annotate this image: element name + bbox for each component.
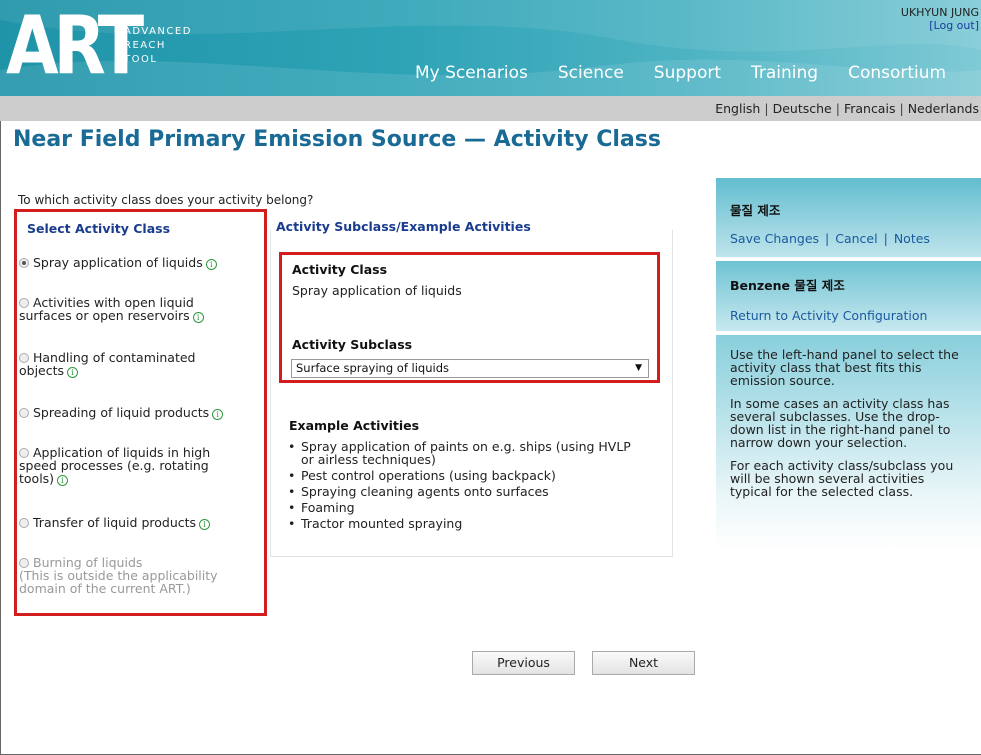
option-label: Transfer of liquid products: [33, 515, 197, 530]
activity-class-value: Spray application of liquids: [292, 283, 462, 298]
activity-class-option[interactable]: Application of liquids in high speed proc…: [19, 446, 244, 486]
previous-button[interactable]: Previous: [472, 651, 575, 675]
logo-sub-line: ADVANCED: [124, 26, 192, 37]
page-title: Near Field Primary Emission Source — Act…: [13, 127, 661, 152]
scenario-title: 물질 제조: [730, 203, 781, 218]
nav-science[interactable]: Science: [558, 63, 624, 83]
radio-button[interactable]: [19, 258, 29, 268]
panel-heading: Select Activity Class: [27, 221, 171, 236]
example-activity: Foaming: [287, 501, 667, 514]
nav-consortium[interactable]: Consortium: [848, 63, 946, 83]
next-button[interactable]: Next: [592, 651, 695, 675]
activity-class-label: Activity Class: [292, 262, 388, 277]
example-text: Pest control operations (using backpack): [301, 468, 556, 483]
option-label: domain of the current ART.): [19, 581, 191, 596]
radio-button[interactable]: [19, 298, 29, 308]
activity-class-option: Burning of liquids (This is outside the a…: [19, 556, 244, 595]
example-text: Foaming: [301, 500, 355, 515]
info-icon[interactable]: i: [212, 409, 224, 420]
radio-button[interactable]: [19, 518, 29, 528]
activity-class-box: Activity Class Spray application of liqu…: [279, 252, 660, 383]
help-text: For each activity class/subclass you wil…: [730, 458, 954, 499]
radio-button: [19, 558, 29, 568]
return-to-activity-configuration-link[interactable]: Return to Activity Configuration: [730, 308, 927, 323]
sidebar-box-activity: Benzene 물질 제조 Return to Activity Configu…: [716, 261, 981, 331]
example-activity: Tractor mounted spraying: [287, 517, 667, 530]
examples-list: Spray application of paints on e.g. ship…: [287, 440, 667, 533]
option-label: objects: [19, 363, 65, 378]
lang-english[interactable]: English: [715, 101, 760, 116]
option-label: tools): [19, 471, 55, 486]
help-text: Use the left-hand panel to select the ac…: [730, 347, 959, 388]
logo[interactable]: ART: [6, 2, 144, 90]
return-link-wrap: Return to Activity Configuration: [730, 308, 967, 323]
info-icon[interactable]: i: [67, 367, 79, 378]
radio-button[interactable]: [19, 408, 29, 418]
logo-sub-line: TOOL: [124, 54, 158, 65]
language-bar: English | Deutsche | Francais | Nederlands: [0, 96, 981, 121]
activity-title: Benzene 물질 제조: [730, 278, 845, 293]
header-banner: ART ADVANCED REACH TOOL UKHYUN JUNG [Log…: [0, 0, 981, 96]
user-box: UKHYUN JUNG [Log out]: [901, 6, 979, 32]
dropdown-arrow-icon[interactable]: ▼: [635, 360, 642, 377]
activity-class-option[interactable]: Handling of contaminated objects i: [19, 351, 244, 378]
info-icon[interactable]: i: [205, 259, 217, 270]
example-activity: Spraying cleaning agents onto surfaces: [287, 485, 667, 498]
sidebar-box-scenario: 물질 제조 Save Changes | Cancel | Notes: [716, 178, 981, 257]
example-text: or airless techniques): [301, 452, 436, 467]
nav-support[interactable]: Support: [654, 63, 721, 83]
option-label: Spray application of liquids: [33, 255, 203, 270]
info-icon[interactable]: i: [199, 519, 211, 530]
subclass-select[interactable]: Surface spraying of liquids ▼: [291, 359, 649, 378]
nav-my-scenarios[interactable]: My Scenarios: [415, 63, 528, 83]
option-label: Spreading of liquid products: [33, 405, 210, 420]
activity-class-option[interactable]: Spreading of liquid products i: [19, 406, 244, 420]
scenario-actions: Save Changes | Cancel | Notes: [730, 231, 930, 246]
radio-button[interactable]: [19, 353, 29, 363]
activity-question: To which activity class does your activi…: [18, 193, 314, 207]
activity-subclass-label: Activity Subclass: [292, 337, 413, 352]
cancel-link[interactable]: Cancel: [835, 231, 877, 246]
activity-class-option[interactable]: Transfer of liquid products i: [19, 516, 244, 530]
lang-francais[interactable]: Francais: [844, 101, 896, 116]
logo-sub-line: REACH: [124, 40, 166, 51]
radio-button[interactable]: [19, 448, 29, 458]
example-activity: Spray application of paints on e.g. ship…: [287, 440, 667, 466]
save-changes-link[interactable]: Save Changes: [730, 231, 819, 246]
info-icon[interactable]: i: [192, 312, 204, 323]
help-text: In some cases an activity class has seve…: [730, 396, 951, 450]
activity-class-option[interactable]: Activities with open liquid surfaces or o…: [19, 296, 244, 323]
logout-link[interactable]: [Log out]: [901, 19, 979, 32]
activity-class-option[interactable]: Spray application of liquids i: [19, 256, 244, 270]
example-text: Spraying cleaning agents onto surfaces: [301, 484, 549, 499]
example-activity: Pest control operations (using backpack): [287, 469, 667, 482]
subclass-selected-value: Surface spraying of liquids: [296, 361, 449, 375]
examples-heading: Example Activities: [289, 418, 420, 433]
lang-nederlands[interactable]: Nederlands: [908, 101, 979, 116]
info-icon[interactable]: i: [57, 475, 69, 486]
option-label: surfaces or open reservoirs: [19, 308, 190, 323]
lang-deutsche[interactable]: Deutsche: [773, 101, 832, 116]
main-nav: My Scenarios Science Support Training Co…: [415, 63, 976, 83]
notes-link[interactable]: Notes: [894, 231, 930, 246]
sidebar: 물질 제조 Save Changes | Cancel | Notes Benzene …: [716, 178, 981, 554]
example-text: Tractor mounted spraying: [301, 516, 463, 531]
nav-training[interactable]: Training: [751, 63, 818, 83]
user-name: UKHYUN JUNG: [900, 6, 979, 19]
sidebar-help-box: Use the left-hand panel to select the ac…: [716, 335, 981, 550]
logo-subtitle: ADVANCED REACH TOOL: [124, 25, 192, 67]
